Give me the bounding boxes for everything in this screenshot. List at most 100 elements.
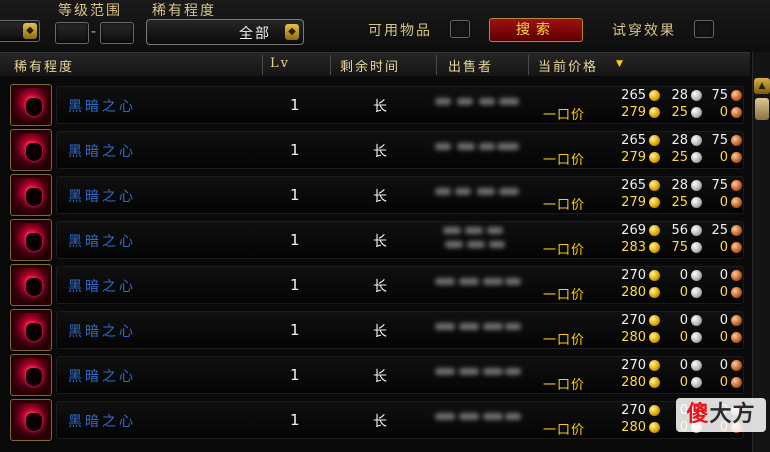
bid-gold-value: 270 — [621, 268, 646, 283]
header-lv[interactable]: Lv — [270, 56, 290, 71]
price-cell: 一口价 265 28 75 279 25 0 — [538, 174, 742, 216]
usable-items-label: 可用物品 — [368, 23, 432, 39]
auction-row[interactable]: 黑暗之心1长一口价2700028000 — [10, 399, 744, 441]
auction-row[interactable]: 黑暗之心 1 长一口价 265 28 75 279 25 0 — [10, 129, 744, 171]
auction-row[interactable]: 黑暗之心1长一口价2700028000 — [10, 264, 744, 306]
auction-row[interactable]: 黑暗之心 1 长一口价 265 28 75 279 25 0 — [10, 84, 744, 126]
blurred-text — [483, 278, 503, 285]
rarity-label: 稀有程度 — [152, 3, 216, 19]
copper-coin-icon — [731, 287, 742, 298]
auction-row[interactable]: 黑暗之心 1 长一口价 265 28 75 279 25 0 — [10, 174, 744, 216]
bid-copper: 0 — [704, 268, 742, 284]
price-cell: 一口价 270 0 0 280 0 0 — [538, 309, 742, 351]
search-name-field[interactable]: ◆ — [0, 20, 40, 42]
chevron-down-icon[interactable]: ◆ — [285, 24, 299, 40]
copper-coin-icon — [731, 152, 742, 163]
seller-name-blurred — [435, 360, 535, 388]
header-seller[interactable]: 出售者 — [448, 56, 493, 75]
time-left: 长 — [373, 414, 387, 430]
auction-row[interactable]: 黑暗之心 1 长一口价 269 56 25 283 75 0 — [10, 219, 744, 261]
item-icon-glow — [14, 133, 48, 167]
buyout-silver-value: 25 — [671, 105, 688, 120]
item-name[interactable]: 黑暗之心 — [68, 276, 136, 296]
blurred-text — [435, 323, 455, 330]
item-level: 1 — [290, 321, 300, 339]
header-rarity[interactable]: 稀有程度 — [14, 56, 74, 75]
auction-row[interactable]: 黑暗之心1长一口价2700028000 — [10, 354, 744, 396]
search-button[interactable]: 搜索 — [489, 18, 583, 42]
auction-row[interactable]: 黑暗之心1长一口价2700028000 — [10, 309, 744, 351]
item-icon-glow — [14, 88, 48, 122]
buyout-label: 一口价 — [543, 153, 586, 168]
bid-silver-value: 28 — [671, 178, 688, 193]
header-current-price[interactable]: 当前价格 — [538, 56, 598, 75]
bid-copper-value: 75 — [711, 178, 728, 193]
price-cell: 一口价 270 0 0 280 0 0 — [538, 264, 742, 306]
buyout-label: 一口价 — [543, 423, 586, 438]
heart-of-darkness-icon[interactable] — [10, 129, 52, 171]
blurred-text — [505, 278, 521, 285]
watermark-text-1: 傻 — [686, 402, 710, 427]
rarity-dropdown[interactable]: 全部 ◆ — [146, 19, 304, 45]
item-name[interactable]: 黑暗之心 — [68, 231, 136, 251]
item-name[interactable]: 黑暗之心 — [68, 411, 136, 431]
item-name[interactable]: 黑暗之心 — [68, 321, 136, 341]
watermark-text-2: 大方 — [709, 402, 756, 427]
item-level: 1 — [290, 141, 300, 159]
header-time-left[interactable]: 剩余时间 — [340, 56, 400, 75]
heart-of-darkness-icon[interactable] — [10, 174, 52, 216]
heart-of-darkness-icon[interactable] — [10, 309, 52, 351]
blurred-text — [499, 98, 519, 105]
bid-gold-value: 270 — [621, 403, 646, 418]
item-name[interactable]: 黑暗之心 — [68, 186, 136, 206]
bid-copper-value: 0 — [719, 313, 728, 328]
scrollbar[interactable]: ▲ — [752, 52, 770, 452]
buyout-silver-value: 25 — [671, 150, 688, 165]
heart-shape — [26, 368, 42, 386]
level-dash: - — [91, 24, 97, 40]
blurred-text — [505, 368, 521, 375]
buyout-label: 一口价 — [543, 288, 586, 303]
heart-of-darkness-icon[interactable] — [10, 84, 52, 126]
level-min-field[interactable] — [55, 22, 89, 44]
copper-coin-icon — [731, 225, 742, 236]
usable-items-checkbox[interactable] — [450, 20, 470, 38]
level-max-field[interactable] — [100, 22, 134, 44]
buyout-copper: 0 — [704, 150, 742, 166]
blurred-text — [435, 368, 455, 375]
blurred-text — [457, 143, 475, 150]
item-name[interactable]: 黑暗之心 — [68, 141, 136, 161]
try-on-label: 试穿效果 — [612, 23, 676, 39]
item-name[interactable]: 黑暗之心 — [68, 366, 136, 386]
try-on-checkbox[interactable] — [694, 20, 714, 38]
time-left: 长 — [373, 279, 387, 295]
time-left: 长 — [373, 369, 387, 385]
copper-coin-icon — [731, 242, 742, 253]
bid-copper-value: 75 — [711, 133, 728, 148]
buyout-gold-value: 280 — [621, 375, 646, 390]
blurred-text — [455, 188, 471, 195]
scroll-thumb[interactable] — [755, 98, 769, 120]
copper-coin-icon — [731, 315, 742, 326]
scroll-up-icon[interactable]: ▲ — [754, 78, 770, 94]
heart-of-darkness-icon[interactable] — [10, 354, 52, 396]
bid-silver-value: 0 — [679, 268, 688, 283]
buyout-gold-value: 280 — [621, 330, 646, 345]
item-level: 1 — [290, 366, 300, 384]
heart-shape — [26, 98, 42, 116]
heart-of-darkness-icon[interactable] — [10, 264, 52, 306]
copper-coin-icon — [731, 270, 742, 281]
seller-name-blurred — [435, 405, 535, 433]
item-icon-glow — [14, 268, 48, 302]
buyout-copper: 0 — [704, 375, 742, 391]
blurred-text — [443, 227, 461, 234]
heart-of-darkness-icon[interactable] — [10, 219, 52, 261]
copper-coin-icon — [731, 90, 742, 101]
chevron-down-icon[interactable]: ◆ — [23, 23, 37, 39]
seller-name-blurred — [435, 90, 535, 118]
watermark-logo: 傻大方 — [676, 398, 766, 432]
blurred-text — [477, 188, 495, 195]
blurred-text — [457, 98, 473, 105]
heart-of-darkness-icon[interactable] — [10, 399, 52, 441]
item-name[interactable]: 黑暗之心 — [68, 96, 136, 116]
